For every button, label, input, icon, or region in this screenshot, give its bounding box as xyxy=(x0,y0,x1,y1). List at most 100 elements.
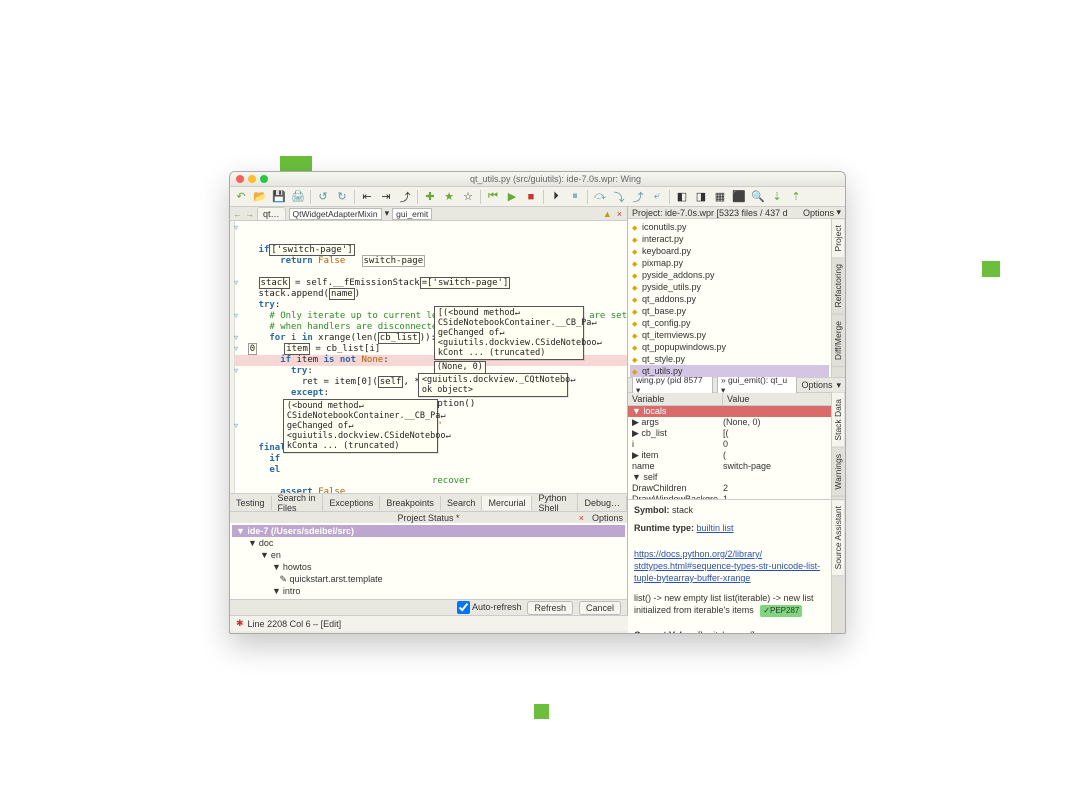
variable-row[interactable]: ▼ self xyxy=(628,472,831,483)
variable-row[interactable]: i0 xyxy=(628,439,831,450)
step-over-icon[interactable]: ⤼ xyxy=(593,190,607,204)
layout1-icon[interactable]: ◧ xyxy=(675,190,689,204)
tab-next-icon[interactable]: → xyxy=(245,209,254,219)
tab-search[interactable]: Search xyxy=(441,496,483,510)
tree-folder[interactable]: ▼doc xyxy=(232,537,625,549)
tree-root[interactable]: ▼ ide-7 (/Users/sdeibel/src) xyxy=(232,525,625,537)
col-variable[interactable]: Variable xyxy=(628,393,723,405)
vtab-stackdata[interactable]: Stack Data xyxy=(832,393,844,448)
tree-folder[interactable]: ▼intro xyxy=(232,585,625,597)
close-window-button[interactable] xyxy=(236,175,244,183)
project-file[interactable]: qt_itemviews.py xyxy=(630,329,829,341)
run-icon[interactable]: ▶ xyxy=(505,190,519,204)
project-file[interactable]: pyside_utils.py xyxy=(630,281,829,293)
prev-icon[interactable]: ⏮ xyxy=(486,190,500,204)
project-file[interactable]: iconutils.py xyxy=(630,221,829,233)
tree-folder[interactable]: ▼en xyxy=(232,549,625,561)
code-editor[interactable]: ▿ ▿ ▿ ▿ ▿ ▿ ▿ if['switch-page'] return F… xyxy=(230,221,627,493)
vtab-refactoring[interactable]: Refactoring xyxy=(832,258,844,314)
open-folder-icon[interactable]: 📂 xyxy=(253,190,267,204)
panel-close-icon[interactable]: × xyxy=(577,513,586,523)
tab-exceptions[interactable]: Exceptions xyxy=(323,496,380,510)
project-file[interactable]: interact.py xyxy=(630,233,829,245)
variable-row[interactable]: ▶ cb_list[( xyxy=(628,428,831,439)
star-icon[interactable]: ★ xyxy=(442,190,456,204)
mercurial-tree[interactable]: ▼ ide-7 (/Users/sdeibel/src) ▼doc ▼en ▼h… xyxy=(230,523,627,599)
continue-icon[interactable]: ⏵ xyxy=(549,190,563,204)
step-into-icon[interactable]: ⤵ xyxy=(612,190,626,204)
class-dropdown[interactable]: QtWidgetAdapterMixin xyxy=(289,208,382,220)
back-icon[interactable]: ↶ xyxy=(234,190,248,204)
vtab-project[interactable]: Project xyxy=(832,219,844,258)
tab-prev-icon[interactable]: ← xyxy=(233,209,242,219)
function-dropdown[interactable]: gui_emit xyxy=(392,208,432,220)
indent-icon[interactable]: ⇤ xyxy=(360,190,374,204)
tab-debug[interactable]: Debug… xyxy=(578,496,627,510)
vtab-source-assistant[interactable]: Source Assistant xyxy=(832,500,844,576)
assist-content[interactable]: Symbol: stack Runtime type: builtin list… xyxy=(628,500,831,634)
zoom-window-button[interactable] xyxy=(260,175,268,183)
star-outline-icon[interactable]: ☆ xyxy=(461,190,475,204)
variable-row[interactable]: ▶ args(None, 0) xyxy=(628,417,831,428)
step-return-icon[interactable]: ⤶ xyxy=(650,190,664,204)
project-file-list[interactable]: iconutils.pyinteract.pykeyboard.pypixmap… xyxy=(628,219,831,377)
grid-icon[interactable]: ▦ xyxy=(713,190,727,204)
project-file[interactable]: pixmap.py xyxy=(630,257,829,269)
layout2-icon[interactable]: ◨ xyxy=(694,190,708,204)
tab-mercurial[interactable]: Mercurial xyxy=(482,496,532,510)
tree-file[interactable]: ✎ quickstart.arst.template xyxy=(232,573,625,585)
rtype-link[interactable]: builtin list xyxy=(697,523,734,533)
warning-icon[interactable]: ▲ xyxy=(603,209,612,219)
save-icon[interactable]: 💾 xyxy=(272,190,286,204)
sync-down-icon[interactable]: ⇣ xyxy=(770,190,784,204)
screen-icon[interactable]: ⬛ xyxy=(732,190,746,204)
project-file[interactable]: keyboard.py xyxy=(630,245,829,257)
dropdown-icon[interactable]: ▾ xyxy=(834,207,841,218)
variable-row[interactable]: ▶ item( xyxy=(628,450,831,461)
search-icon[interactable]: 🔍 xyxy=(751,190,765,204)
outdent-icon[interactable]: ⇥ xyxy=(379,190,393,204)
variable-row[interactable]: DrawChildren2 xyxy=(628,483,831,494)
comment-icon[interactable]: ⤴ xyxy=(398,190,412,204)
undo-icon[interactable]: ↺ xyxy=(316,190,330,204)
sync-up-icon[interactable]: ⇡ xyxy=(789,190,803,204)
variable-row[interactable]: nameswitch-page xyxy=(628,461,831,472)
project-file[interactable]: qt_config.py xyxy=(630,317,829,329)
tab-breakpoints[interactable]: Breakpoints xyxy=(380,496,441,510)
code-content[interactable]: if['switch-page'] return False switch-pa… xyxy=(235,221,627,493)
minimize-window-button[interactable] xyxy=(248,175,256,183)
pause-icon[interactable]: ⏸ xyxy=(568,190,582,204)
vtab-diffmerge[interactable]: Diff/Merge xyxy=(832,315,844,367)
add-icon[interactable]: ✚ xyxy=(423,190,437,204)
dropdown-icon[interactable]: ▾ xyxy=(836,380,841,391)
project-options-button[interactable]: Options xyxy=(803,208,834,218)
project-file[interactable]: qt_addons.py xyxy=(630,293,829,305)
project-file[interactable]: pyside_addons.py xyxy=(630,269,829,281)
close-tab-icon[interactable]: × xyxy=(615,209,624,219)
project-file[interactable]: qt_popupwindows.py xyxy=(630,341,829,353)
print-icon[interactable]: 🖨 xyxy=(291,190,305,204)
variable-row[interactable]: ▼ locals xyxy=(628,406,831,417)
refresh-button[interactable]: Refresh xyxy=(527,601,573,615)
separator xyxy=(480,190,481,204)
doc-link[interactable]: https://docs.python.org/2/library/stdtyp… xyxy=(634,549,820,583)
project-file[interactable]: qt_utils.py xyxy=(630,365,829,377)
project-file[interactable]: qt_style.py xyxy=(630,353,829,365)
autorefresh-checkbox[interactable]: Auto-refresh xyxy=(457,601,522,614)
step-out-icon[interactable]: ⤴ xyxy=(631,190,645,204)
stack-options-button[interactable]: Options xyxy=(801,380,832,390)
separator xyxy=(354,190,355,204)
variables-table[interactable]: Variable Value ▼ locals ▶ args(None, 0) … xyxy=(628,393,831,499)
debug-popup-item: (<bound method↵CSideNotebookContainer.__… xyxy=(283,399,438,453)
redo-icon[interactable]: ↻ xyxy=(335,190,349,204)
project-file[interactable]: qt_base.py xyxy=(630,305,829,317)
bug-icon[interactable]: ✱ xyxy=(236,618,244,629)
stop-icon[interactable]: ■ xyxy=(524,190,538,204)
vtab-warnings[interactable]: Warnings xyxy=(832,448,844,497)
col-value[interactable]: Value xyxy=(723,393,831,405)
panel-options-button[interactable]: Options xyxy=(592,513,623,523)
tree-folder[interactable]: ▼howtos xyxy=(232,561,625,573)
editor-tab[interactable]: qt… xyxy=(257,207,286,220)
cancel-button[interactable]: Cancel xyxy=(579,601,621,615)
tab-testing[interactable]: Testing xyxy=(230,496,272,510)
